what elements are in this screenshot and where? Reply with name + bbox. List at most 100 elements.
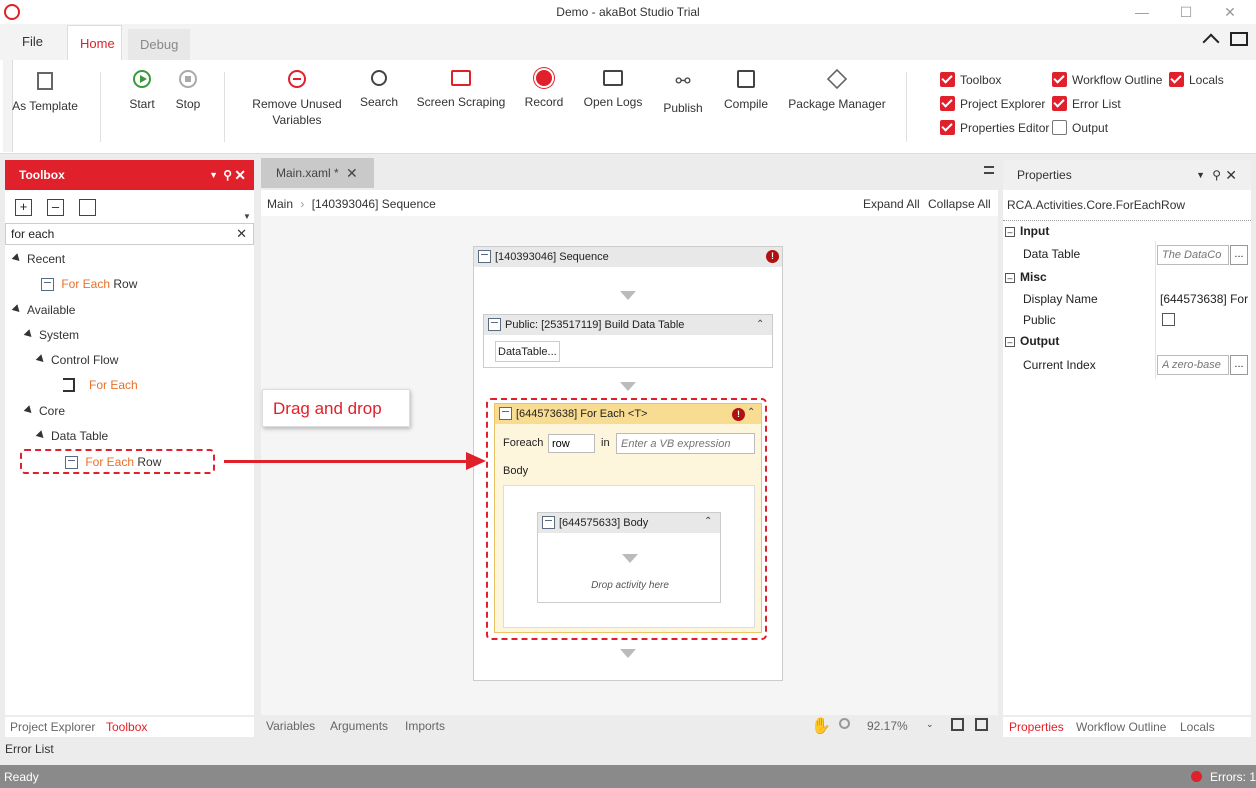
section-output[interactable]: – Output (1005, 331, 1059, 351)
close-icon[interactable]: ✕ (1225, 160, 1237, 190)
close-window-icon[interactable]: ✕ (1218, 2, 1242, 22)
tree-item-for-each[interactable]: For Each (63, 376, 138, 394)
section-input[interactable]: – Input (1005, 221, 1251, 241)
play-icon (133, 70, 151, 88)
collapse-ribbon-icon[interactable] (1202, 33, 1220, 51)
start-button[interactable]: Start (124, 70, 160, 112)
scroll-down-icon[interactable]: ▼ (243, 212, 251, 221)
breadcrumb-current[interactable]: [140393046] Sequence (312, 197, 436, 211)
tab-imports[interactable]: Imports (405, 719, 445, 733)
tab-variables[interactable]: Variables (266, 719, 315, 733)
pin-icon[interactable]: ⚲ (1212, 160, 1221, 190)
ribbon-separator (906, 72, 907, 142)
dropdown-icon[interactable]: ▼ (209, 160, 218, 190)
tree-core[interactable]: Core (23, 402, 65, 420)
stop-button[interactable]: Stop (170, 70, 206, 112)
prop-current-index: Current Index (1023, 358, 1096, 372)
data-table-input[interactable] (1157, 245, 1229, 265)
tab-workflow-outline[interactable]: Workflow Outline (1076, 720, 1166, 734)
toolbox-search[interactable]: ✕ (5, 223, 254, 245)
foreach-variable-input[interactable] (548, 434, 595, 453)
build-data-table-activity[interactable]: Public: [253517119] Build Data Table ⌃ D… (483, 314, 773, 368)
tab-home[interactable]: Home (67, 25, 122, 61)
data-table-ellipsis-button[interactable]: ... (1230, 245, 1248, 265)
remove-unused-variables-button[interactable]: Remove Unused Variables (248, 70, 346, 128)
tab-file[interactable]: File (10, 24, 55, 60)
overview-icon[interactable] (975, 718, 988, 731)
expand-all-icon[interactable]: + (15, 199, 32, 216)
tab-project-explorer[interactable]: Project Explorer (10, 720, 95, 734)
display-name-value[interactable]: [644573638] For (1160, 288, 1250, 310)
tab-arguments[interactable]: Arguments (330, 719, 388, 733)
close-icon[interactable]: ✕ (234, 160, 246, 190)
collapse-activity-icon[interactable]: ⌃ (756, 319, 764, 330)
package-manager-button[interactable]: Package Manager (786, 68, 888, 112)
public-checkbox[interactable] (1162, 313, 1175, 326)
fit-to-screen-icon[interactable] (951, 718, 964, 731)
search-button[interactable]: Search (356, 70, 402, 110)
tab-debug[interactable]: Debug (128, 29, 191, 60)
collapse-section-icon: – (1005, 337, 1015, 347)
dropdown-icon[interactable]: ▼ (1196, 160, 1205, 190)
tree-item-recent-for-each-row[interactable]: For Each Row (41, 275, 137, 293)
minimize-icon[interactable]: — (1130, 2, 1154, 22)
collapse-activity-icon[interactable]: ⌃ (704, 516, 712, 527)
list-view-icon[interactable] (79, 199, 96, 216)
expanded-arrow-icon (35, 354, 47, 365)
body-container: [644575633] Body ⌃ Drop activity here (503, 485, 755, 628)
collapse-all-link[interactable]: Collapse All (928, 197, 991, 211)
collapse-section-icon: – (1005, 227, 1015, 237)
tree-recent[interactable]: Recent (11, 250, 65, 268)
maximize-icon[interactable]: ☐ (1174, 2, 1198, 22)
expand-all-link[interactable]: Expand All (863, 197, 920, 211)
collapse-all-icon[interactable]: – (47, 199, 64, 216)
tab-properties[interactable]: Properties (1009, 720, 1064, 734)
error-count[interactable]: Errors: 1 (1210, 770, 1256, 784)
ribbon-separator (100, 72, 101, 142)
tree-system[interactable]: System (23, 326, 79, 344)
tab-toolbox[interactable]: Toolbox (106, 720, 147, 734)
body-activity[interactable]: [644575633] Body ⌃ Drop activity here (537, 512, 721, 603)
locals-toggle[interactable]: Locals (1169, 71, 1224, 89)
for-each-activity[interactable]: [644573638] For Each <T> ! ⌃ Foreach in … (494, 403, 762, 633)
breadcrumb-main[interactable]: Main (267, 197, 293, 211)
record-button[interactable]: Record (520, 70, 568, 110)
toolbox-bottom-tabs: Project Explorer Toolbox (5, 717, 254, 737)
toolbox-toggle[interactable]: Toolbox (940, 71, 1001, 89)
current-index-ellipsis-button[interactable]: ... (1230, 355, 1248, 375)
zoom-dropdown-icon[interactable]: ⌄ (926, 719, 934, 730)
screen-scraping-button[interactable]: Screen Scraping (416, 70, 506, 110)
output-toggle[interactable]: Output (1052, 119, 1108, 137)
toolbox-search-input[interactable] (6, 224, 226, 244)
current-index-input[interactable] (1157, 355, 1229, 375)
project-explorer-toggle[interactable]: Project Explorer (940, 95, 1045, 113)
annotation-arrow (224, 460, 472, 463)
tree-data-table[interactable]: Data Table (35, 427, 108, 445)
error-list-tab[interactable]: Error List (5, 742, 54, 756)
error-list-toggle[interactable]: Error List (1052, 95, 1121, 113)
collapse-activity-icon[interactable]: ⌃ (747, 407, 755, 418)
compile-button[interactable]: Compile (720, 70, 772, 112)
tree-available[interactable]: Available (11, 301, 75, 319)
datatable-button[interactable]: DataTable... (495, 341, 560, 362)
section-misc[interactable]: – Misc (1005, 267, 1047, 287)
workflow-outline-toggle[interactable]: Workflow Outline (1052, 71, 1162, 89)
clear-search-icon[interactable]: ✕ (236, 226, 247, 242)
pin-icon[interactable]: ⚲ (223, 160, 232, 190)
document-menu-icon[interactable] (984, 166, 994, 174)
as-template-button[interactable]: As Template (12, 70, 78, 114)
checkbox-checked-icon (940, 72, 955, 87)
tab-locals[interactable]: Locals (1180, 720, 1215, 734)
tree-control-flow[interactable]: Control Flow (35, 351, 118, 369)
close-tab-icon[interactable]: ✕ (346, 158, 358, 188)
hand-pan-icon[interactable]: ✋ (811, 716, 831, 736)
publish-button[interactable]: ⚯ Publish (658, 70, 708, 116)
document-tab[interactable]: Main.xaml * ✕ (261, 158, 374, 188)
zoom-icon[interactable] (839, 718, 850, 729)
feedback-icon[interactable] (1230, 32, 1248, 46)
open-logs-button[interactable]: Open Logs (580, 70, 646, 110)
zoom-level[interactable]: 92.17% (867, 719, 908, 733)
in-expression-input[interactable] (616, 433, 755, 454)
tree-item-data-table-for-each-row[interactable]: For Each Row (65, 453, 161, 471)
properties-editor-toggle[interactable]: Properties Editor (940, 119, 1049, 137)
